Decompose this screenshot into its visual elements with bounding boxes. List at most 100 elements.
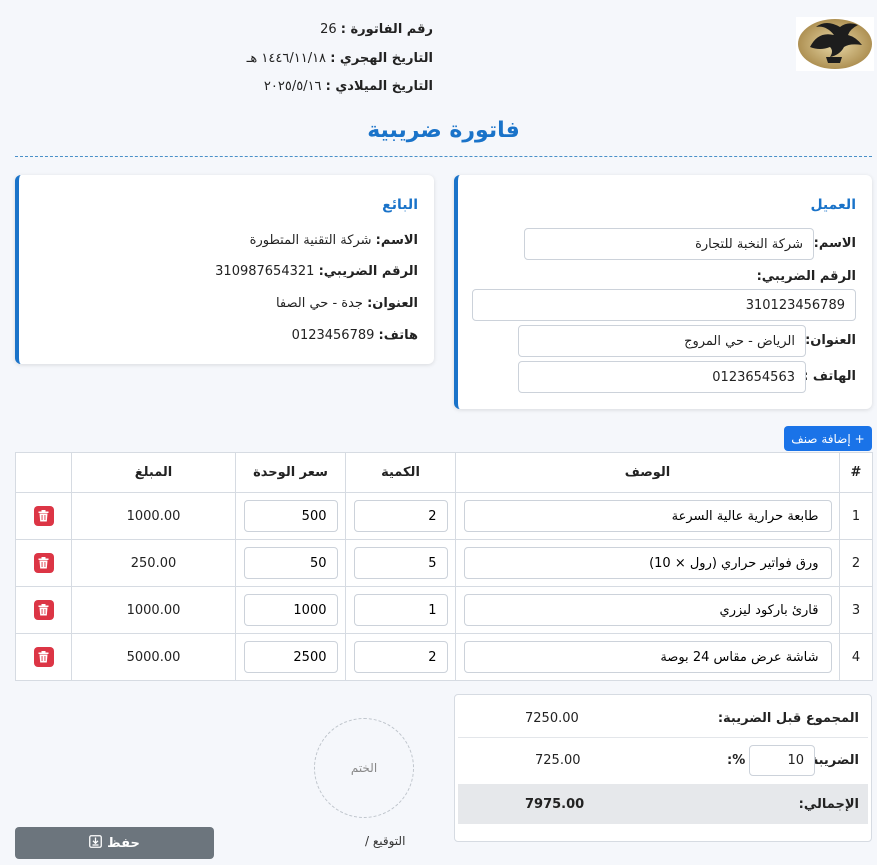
signature-label: التوقيع / (365, 834, 406, 848)
col-quantity-header: الكمية (345, 452, 456, 493)
eagle-logo-icon (796, 17, 874, 71)
row-quantity-cell (345, 586, 456, 634)
company-logo (796, 17, 874, 71)
client-address-input[interactable] (518, 325, 806, 357)
client-card-title: العميل (810, 197, 856, 213)
grand-total-label: الإجمالي: (798, 797, 859, 812)
items-table: # الوصف الكمية سعر الوحدة المبلغ 1 1000.… (15, 452, 873, 681)
add-item-label: إضافة صنف (791, 431, 851, 446)
row-description-input[interactable] (463, 547, 832, 579)
col-amount-header: المبلغ (71, 452, 236, 493)
seller-address-label: العنوان: (367, 296, 418, 311)
invoice-number: 26 (320, 22, 337, 37)
row-unit-price-input[interactable] (243, 500, 338, 532)
tax-label: الضريبة (810, 753, 859, 768)
row-quantity-input[interactable] (353, 500, 448, 532)
row-quantity-cell (345, 492, 456, 540)
row-actions-cell (15, 492, 72, 540)
stamp-placeholder: الختم (314, 718, 414, 818)
row-actions-cell (15, 586, 72, 634)
row-actions-cell (15, 633, 72, 681)
save-button[interactable]: حفظ (15, 827, 214, 859)
page-title: فاتورة ضريبية (367, 118, 520, 143)
row-description-cell (455, 586, 840, 634)
tax-amount: 725.00 (535, 753, 581, 768)
stamp-label: الختم (350, 761, 378, 775)
save-icon (89, 834, 103, 852)
table-header-row: # الوصف الكمية سعر الوحدة المبلغ (15, 452, 873, 493)
invoice-number-line: رقم الفاتورة : 26 (320, 22, 433, 37)
client-address-label: العنوان: (805, 333, 856, 348)
tax-percent-sign: %: (727, 753, 746, 768)
row-amount: 1000.00 (71, 586, 236, 634)
col-actions-header (15, 452, 72, 493)
seller-address-line: العنوان: جدة - حي الصفا (276, 296, 418, 311)
hijri-date-label: التاريخ الهجري : (330, 51, 433, 66)
row-quantity-cell (345, 633, 456, 681)
row-unit-price-input[interactable] (243, 594, 338, 626)
row-amount: 1000.00 (71, 492, 236, 540)
trash-icon[interactable] (33, 553, 54, 573)
plus-icon: + (854, 431, 865, 446)
gregorian-date-label: التاريخ الميلادي : (325, 79, 433, 94)
row-description-cell (455, 539, 840, 587)
client-card: العميل الاسم: الرقم الضريبي: العنوان: ال… (454, 175, 872, 409)
save-label: حفظ (107, 835, 140, 851)
col-unit-price-header: سعر الوحدة (235, 452, 346, 493)
seller-tax-number: 310987654321 (215, 264, 315, 279)
row-unit-price-cell (235, 492, 346, 540)
client-name-label: الاسم: (813, 236, 856, 251)
client-name-input[interactable] (524, 228, 814, 260)
table-row: 2 250.00 (15, 539, 873, 587)
row-unit-price-cell (235, 539, 346, 587)
gregorian-date-line: التاريخ الميلادي : ٢٠٢٥/٥/١٦ (264, 79, 433, 94)
row-quantity-cell (345, 539, 456, 587)
row-quantity-input[interactable] (353, 547, 448, 579)
row-unit-price-input[interactable] (243, 547, 338, 579)
trash-icon[interactable] (33, 647, 54, 667)
client-phone-input[interactable] (518, 361, 806, 393)
row-amount: 250.00 (71, 539, 236, 587)
totals-divider (458, 737, 868, 738)
seller-card: البائع الاسم: شركة التقنية المتطورة الرق… (15, 175, 434, 364)
table-row: 4 5000.00 (15, 633, 873, 681)
trash-icon[interactable] (33, 506, 54, 526)
gregorian-date: ٢٠٢٥/٥/١٦ (263, 79, 322, 94)
tax-rate-input[interactable] (749, 745, 815, 776)
seller-tax-line: الرقم الضريبي: 310987654321 (215, 264, 418, 279)
row-description-input[interactable] (463, 641, 832, 673)
row-index: 2 (839, 539, 873, 587)
col-description-header: الوصف (455, 452, 840, 493)
header-divider (15, 156, 872, 157)
seller-address: جدة - حي الصفا (275, 296, 363, 311)
seller-name-label: الاسم: (375, 233, 418, 248)
client-tax-label: الرقم الضريبي: (756, 269, 856, 284)
totals-box: المجموع قبل الضريبة: 7250.00 الضريبة %: … (454, 694, 872, 842)
row-index: 3 (839, 586, 873, 634)
row-unit-price-input[interactable] (243, 641, 338, 673)
hijri-date-line: التاريخ الهجري : ١٤٤٦/١١/١٨ هـ (247, 51, 433, 66)
grand-total-value: 7975.00 (525, 797, 585, 812)
row-description-input[interactable] (463, 500, 832, 532)
seller-phone-line: هاتف: 0123456789 (292, 328, 418, 343)
client-phone-label: الهاتف : (803, 369, 856, 384)
subtotal-value: 7250.00 (525, 711, 579, 726)
row-description-cell (455, 633, 840, 681)
table-row: 3 1000.00 (15, 586, 873, 634)
table-row: 1 1000.00 (15, 492, 873, 540)
row-description-input[interactable] (463, 594, 832, 626)
row-index: 1 (839, 492, 873, 540)
row-description-cell (455, 492, 840, 540)
seller-phone-label: هاتف: (378, 328, 418, 343)
row-quantity-input[interactable] (353, 641, 448, 673)
add-item-button[interactable]: + إضافة صنف (784, 426, 872, 451)
seller-tax-label: الرقم الضريبي: (318, 264, 418, 279)
client-tax-input[interactable] (472, 289, 856, 321)
row-amount: 5000.00 (71, 633, 236, 681)
subtotal-label: المجموع قبل الضريبة: (717, 711, 859, 726)
trash-icon[interactable] (33, 600, 54, 620)
seller-phone: 0123456789 (291, 328, 375, 343)
seller-name: شركة التقنية المتطورة (249, 233, 372, 248)
seller-card-title: البائع (382, 197, 418, 213)
row-quantity-input[interactable] (353, 594, 448, 626)
